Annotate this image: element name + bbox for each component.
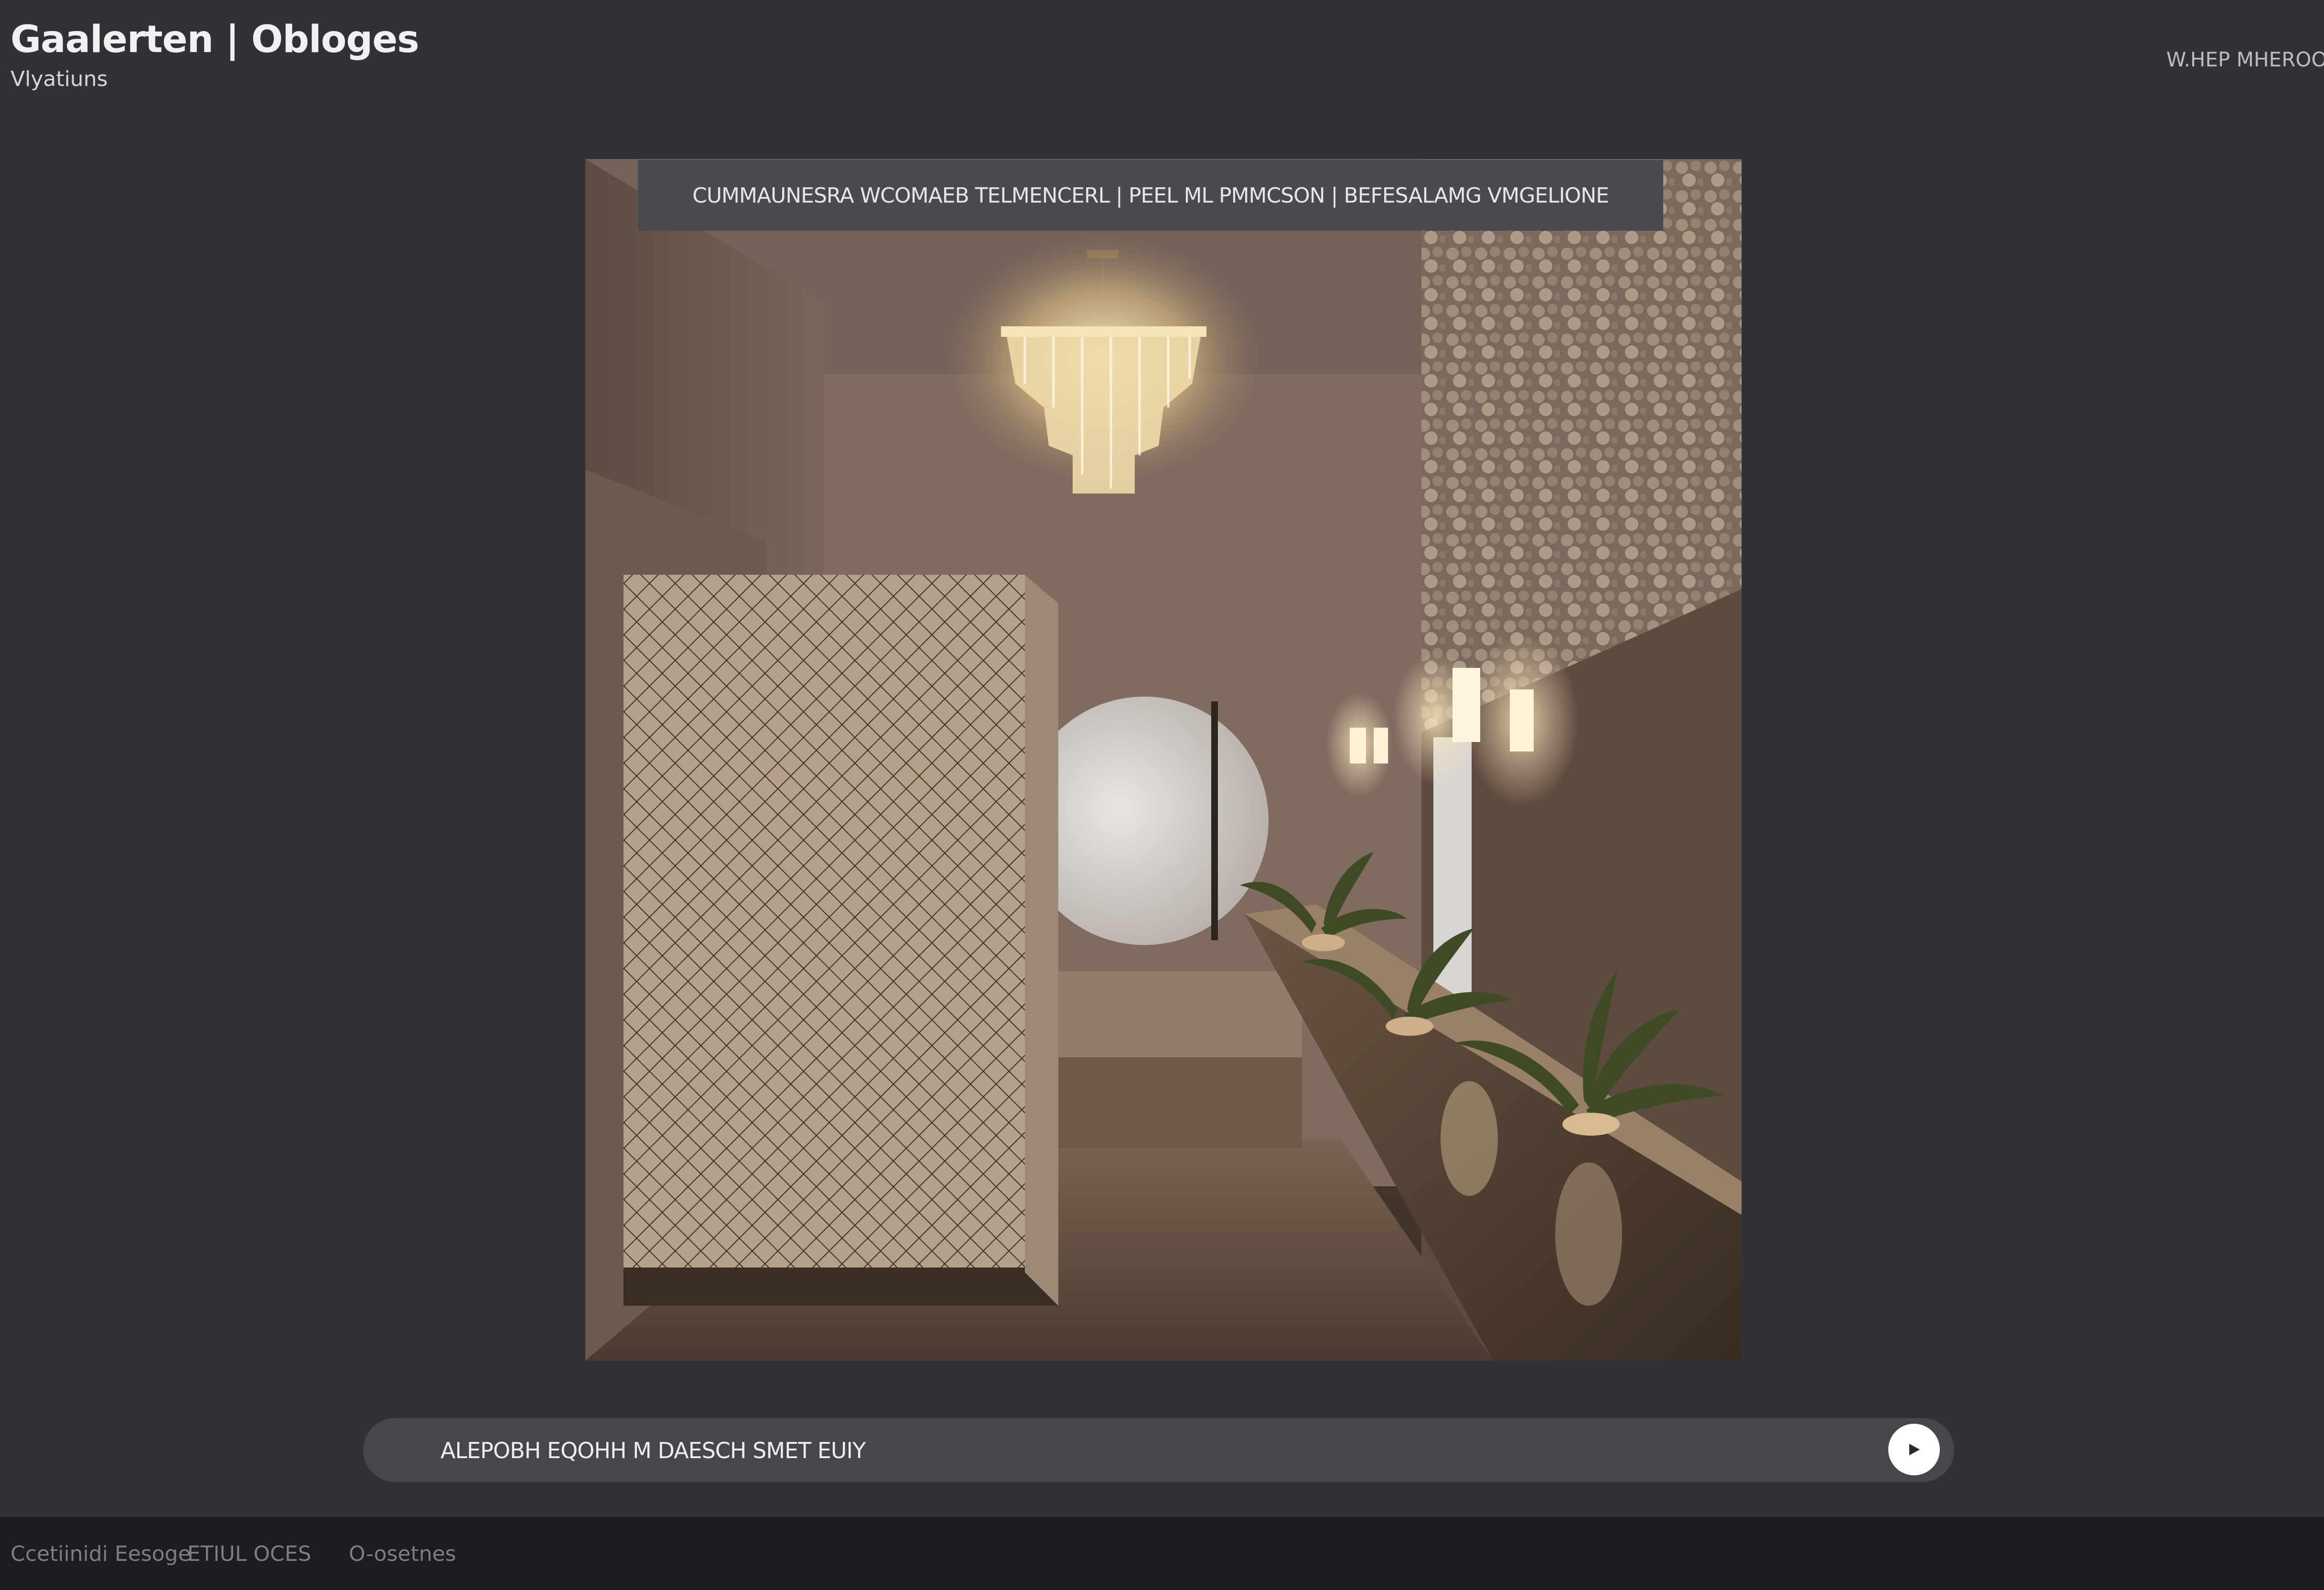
image-caption: CUMMAUNESRA WCOMAEB TELMENCERL | PEEL ML… xyxy=(692,183,1609,208)
app-header: Gaalerten | Obloges Vlyatiuns W.HEP MHER… xyxy=(0,0,2324,115)
footer-item-styles[interactable]: ETIUL OCES xyxy=(187,1542,311,1566)
bottom-bar: Ccetiinidi Eesoge ETIUL OCES O-osetnes xyxy=(0,1517,2324,1590)
send-button[interactable] xyxy=(1888,1424,1940,1475)
top-right-link[interactable]: W.HEP MHEROOG xyxy=(2166,48,2324,71)
prompt-bar xyxy=(363,1418,1954,1482)
prompt-input[interactable] xyxy=(440,1429,1827,1472)
app-subtitle: Vlyatiuns xyxy=(11,67,108,91)
play-icon xyxy=(1909,1444,1920,1455)
generated-image xyxy=(585,159,1742,1361)
footer-item-options[interactable]: O-osetnes xyxy=(349,1542,456,1566)
app-title: Gaalerten | Obloges xyxy=(11,18,420,61)
image-caption-bar: CUMMAUNESRA WCOMAEB TELMENCERL | PEEL ML… xyxy=(638,160,1663,231)
footer-item-create[interactable]: Ccetiinidi Eesoge xyxy=(11,1542,191,1566)
